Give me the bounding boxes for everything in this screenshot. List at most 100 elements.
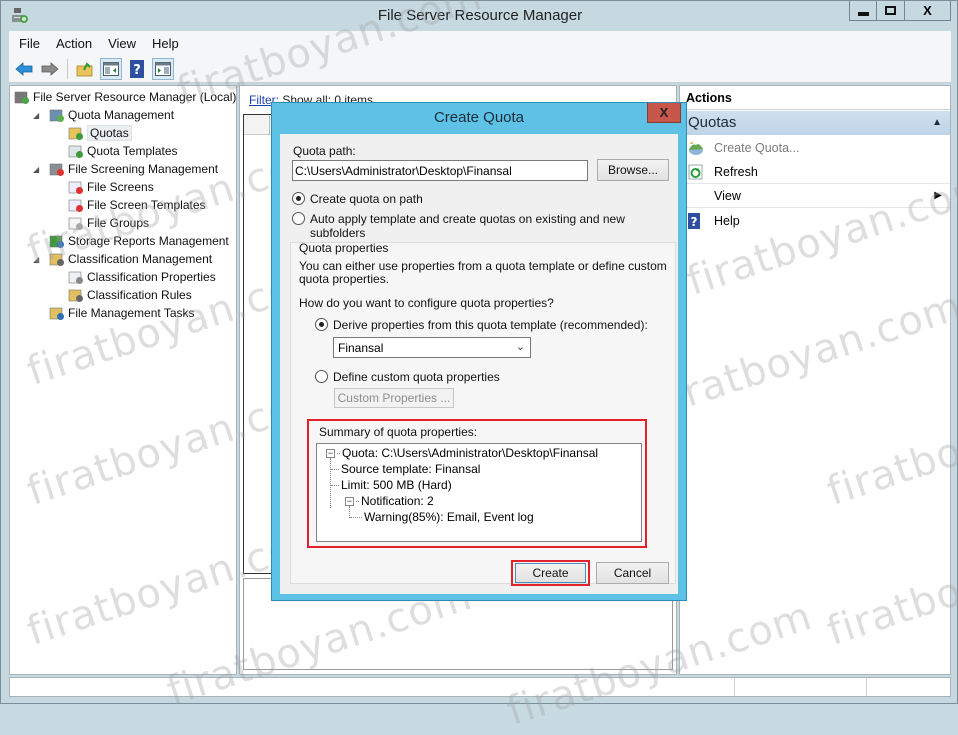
minimize-button[interactable] <box>849 1 877 21</box>
show-hide-console-tree-button[interactable] <box>100 57 122 80</box>
show-hide-action-pane-button[interactable] <box>152 57 174 80</box>
file-screen-template-icon <box>68 197 84 213</box>
config-question: How do you want to configure quota prope… <box>299 296 554 310</box>
custom-properties-button[interactable]: Custom Properties ... <box>334 388 454 408</box>
action-label: View <box>714 188 741 203</box>
dialog-close-button[interactable]: X <box>647 103 681 123</box>
title-bar: File Server Resource Manager X <box>1 1 958 31</box>
group-description-line-1: You can either use properties from a quo… <box>299 259 667 273</box>
console-tree: File Server Resource Manager (Local) ◢ Quo… <box>9 85 237 675</box>
quota-template-icon <box>68 143 84 159</box>
browse-button[interactable]: Browse... <box>597 159 669 181</box>
status-divider <box>866 678 867 696</box>
summary-tree[interactable]: − Quota: C:\Users\Administrator\Desktop\F… <box>316 443 642 542</box>
create-quota-icon <box>688 140 704 156</box>
menu-action[interactable]: Action <box>56 36 92 51</box>
up-folder-icon <box>76 61 93 76</box>
derive-from-template-label: Derive properties from this quota templa… <box>333 318 648 332</box>
tree-item-storage-reports-management[interactable]: Storage Reports Management <box>33 232 229 250</box>
refresh-icon <box>688 164 704 180</box>
server-icon <box>14 89 30 105</box>
tree-item-file-server-resource-manager-local[interactable]: File Server Resource Manager (Local) <box>14 88 236 106</box>
expand-collapse-icon[interactable]: ◢ <box>33 111 43 120</box>
create-quota-dialog: Create Quota X Quota path: C:\Users\Admi… <box>271 102 687 601</box>
collapse-caret-icon[interactable]: ▲ <box>932 117 942 128</box>
tree-item-label: File Groups <box>87 216 150 230</box>
back-button[interactable] <box>13 58 35 80</box>
expand-collapse-icon[interactable]: ◢ <box>33 255 43 264</box>
menu-file[interactable]: File <box>19 36 40 51</box>
maximize-button[interactable] <box>877 1 905 21</box>
action-create-quota[interactable]: Create Quota... <box>680 136 950 160</box>
help-icon: ? <box>130 59 144 78</box>
collapse-icon[interactable]: − <box>326 448 335 458</box>
menu-view[interactable]: View <box>108 36 136 51</box>
tree-item-label: File Management Tasks <box>68 306 195 320</box>
expand-collapse-icon[interactable]: ◢ <box>33 165 43 174</box>
action-view[interactable]: View ▶ <box>680 184 950 208</box>
summary-tree-root: − Quota: C:\Users\Administrator\Desktop\F… <box>326 446 599 460</box>
quota-path-input[interactable]: C:\Users\Administrator\Desktop\Finansal <box>292 160 588 181</box>
summary-notification: − Notification: 2 <box>345 494 434 508</box>
tree-item-label: Storage Reports Management <box>68 234 229 248</box>
tree-item-file-screening-management[interactable]: ◢ File Screening Management <box>33 160 218 178</box>
tree-item-file-screen-templates[interactable]: File Screen Templates <box>52 196 206 214</box>
show-hide-tree-icon <box>103 61 119 76</box>
action-label: Help <box>714 214 740 228</box>
close-button[interactable]: X <box>905 1 951 21</box>
window-title: File Server Resource Manager <box>377 7 583 24</box>
tree-item-label: File Screening Management <box>68 162 219 176</box>
storage-reports-icon <box>49 233 65 249</box>
action-help[interactable]: ? Help <box>680 209 950 233</box>
tree-item-label: Classification Management <box>68 252 213 266</box>
custom-properties-label: Define custom quota properties <box>333 370 500 384</box>
minimize-icon <box>857 11 869 16</box>
derive-from-template-radio[interactable] <box>315 318 328 331</box>
forward-button[interactable] <box>39 58 61 80</box>
cancel-button[interactable]: Cancel <box>596 562 669 584</box>
tree-item-label: File Server Resource Manager (Local) <box>33 90 237 104</box>
file-screens-icon <box>68 179 84 195</box>
action-label: Create Quota... <box>714 141 800 155</box>
group-description-line-2: quota properties. <box>299 272 390 286</box>
dialog-body: Quota path: C:\Users\Administrator\Deskt… <box>280 134 678 594</box>
actions-title: Actions <box>680 86 950 110</box>
list-column-header[interactable] <box>244 115 270 135</box>
quota-template-select[interactable]: Finansal ⌄ <box>333 337 531 358</box>
quotas-folder-icon <box>68 125 84 141</box>
summary-source-template: Source template: Finansal <box>331 462 480 476</box>
create-button[interactable]: Create <box>515 563 586 583</box>
toolbar-separator <box>67 58 68 79</box>
toolbar: ? <box>9 55 951 83</box>
action-refresh[interactable]: Refresh <box>680 160 950 184</box>
tree-item-quotas[interactable]: Quotas <box>52 124 132 142</box>
up-one-level-button[interactable] <box>74 58 96 80</box>
file-management-tasks-icon <box>49 305 65 321</box>
tree-item-classification-properties[interactable]: Classification Properties <box>52 268 216 286</box>
status-bar <box>9 677 951 697</box>
help-icon: ? <box>688 213 704 229</box>
classification-rules-icon <box>68 287 84 303</box>
collapse-icon[interactable]: − <box>345 496 354 506</box>
tree-item-classification-management[interactable]: ◢ Classification Management <box>33 250 212 268</box>
create-quota-on-path-radio[interactable] <box>292 192 305 205</box>
tree-item-quota-templates[interactable]: Quota Templates <box>52 142 178 160</box>
custom-properties-radio[interactable] <box>315 370 328 383</box>
actions-section-quotas[interactable]: Quotas ▲ <box>680 111 950 135</box>
tree-item-file-groups[interactable]: File Groups <box>52 214 149 232</box>
tree-item-label: Classification Rules <box>87 288 192 302</box>
tree-item-classification-rules[interactable]: Classification Rules <box>52 286 192 304</box>
submenu-arrow-icon: ▶ <box>934 190 942 201</box>
tree-item-quota-management[interactable]: ◢ Quota Management <box>33 106 174 124</box>
svg-text:?: ? <box>133 63 141 78</box>
chevron-down-icon: ⌄ <box>515 341 525 353</box>
auto-apply-template-label: Auto apply template and create quotas on… <box>310 212 625 240</box>
menu-help[interactable]: Help <box>152 36 179 51</box>
back-arrow-icon <box>15 61 33 76</box>
help-button[interactable]: ? <box>126 58 148 80</box>
tree-item-file-screens[interactable]: File Screens <box>52 178 154 196</box>
dialog-title: Create Quota <box>433 109 525 126</box>
show-hide-action-pane-icon <box>155 61 171 76</box>
tree-item-file-management-tasks[interactable]: File Management Tasks <box>33 304 195 322</box>
auto-apply-template-radio[interactable] <box>292 212 305 225</box>
